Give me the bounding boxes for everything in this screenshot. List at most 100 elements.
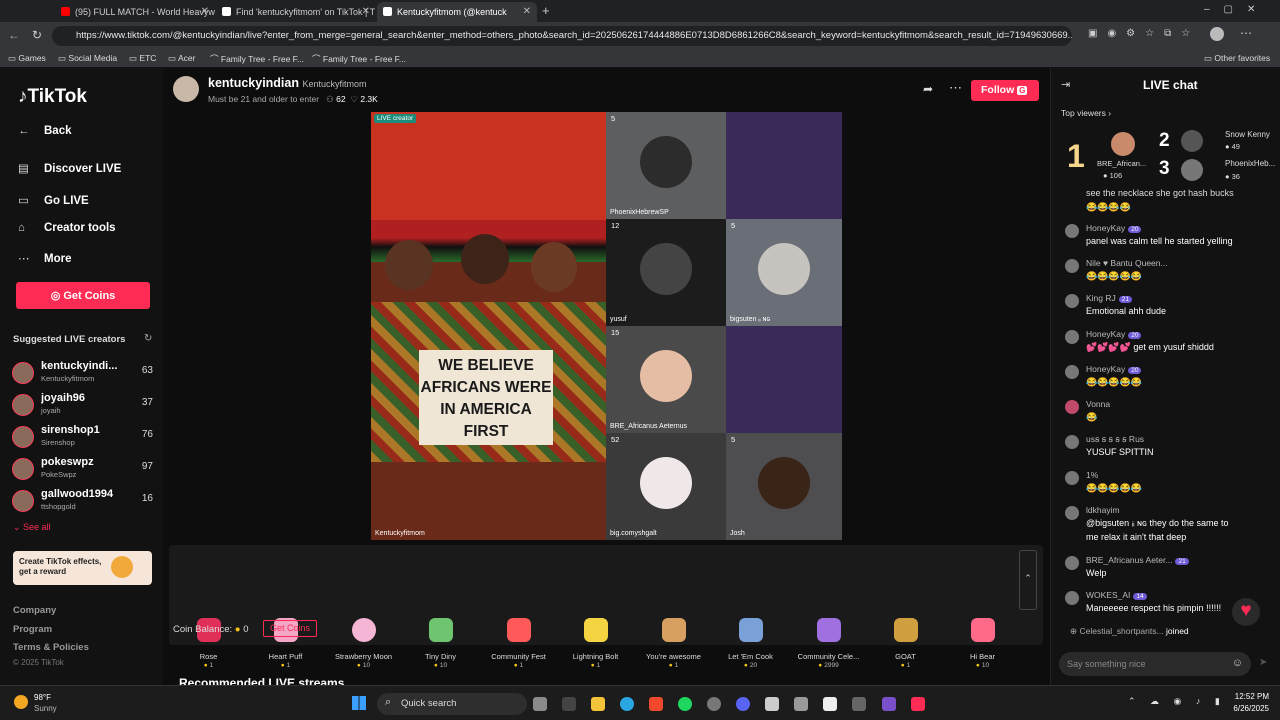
guest-tile-empty[interactable] xyxy=(726,326,842,433)
window-controls[interactable]: –▢✕ xyxy=(1204,4,1269,15)
address-bar-row: ← ↻ https://www.tiktok.com/@kentuckyindi… xyxy=(0,22,1280,50)
expand-gifts-chevron-up-icon[interactable]: ⌃ xyxy=(1019,550,1037,610)
get-coins-small-button[interactable]: Get Coins xyxy=(263,620,317,637)
url-field[interactable]: https://www.tiktok.com/@kentuckyindian/l… xyxy=(52,26,1072,46)
browser-extensions-icon[interactable]: ▣◉⚙☆⧉☆ xyxy=(1088,28,1200,39)
avatar[interactable] xyxy=(1111,132,1135,156)
refresh-icon[interactable]: ↻ xyxy=(32,28,42,42)
host-name[interactable]: kentuckyindian Kentuckyfitmom xyxy=(208,76,367,90)
browser-tab[interactable]: Find 'kentuckyfitmom' on TikTok | T ✕ xyxy=(216,2,376,22)
guest-tile-empty[interactable] xyxy=(726,112,842,219)
send-icon[interactable]: ➤ xyxy=(1259,657,1267,668)
gift-goat[interactable]: GOAT1 xyxy=(868,616,943,669)
suggested-creator[interactable]: gallwood1994 ttshopgold 16 xyxy=(12,488,157,518)
top-viewer-score: ● 49 xyxy=(1225,142,1240,151)
collapse-chat-icon[interactable]: ⇥ xyxy=(1061,78,1070,91)
avatar xyxy=(12,490,34,512)
guest-tile[interactable]: 52 big.comyshgalt xyxy=(606,433,726,540)
main-stream-video[interactable]: WE BELIEVE AFRICANS WERE IN AMERICA FIRS… xyxy=(371,112,606,540)
avatar xyxy=(12,426,34,448)
close-tab-icon[interactable]: ✕ xyxy=(201,6,209,17)
gift-community-fest[interactable]: Community Fest1 xyxy=(481,616,556,669)
nav-more[interactable]: ⋯ More xyxy=(18,251,71,265)
guest-tile[interactable]: 5 PhoenixHebrewSP xyxy=(606,112,726,219)
close-tab-icon[interactable]: ✕ xyxy=(362,6,370,17)
gift-tiny-diny[interactable]: Tiny Diny10 xyxy=(403,616,478,669)
edge-icon[interactable] xyxy=(620,697,634,711)
system-tray-icons[interactable]: ⌃ ☁ ◉ ♪ ▮ xyxy=(1128,696,1226,707)
browser-tab[interactable]: (95) FULL MATCH - World Heavyweig ✕ xyxy=(55,2,215,22)
gift-community-celebration[interactable]: Community Cele...2999 xyxy=(791,616,866,669)
suggested-creator[interactable]: pokeswpz PokeSwpz 97 xyxy=(12,456,157,486)
back-arrow-icon[interactable]: ← xyxy=(8,28,20,42)
new-tab-icon[interactable]: + xyxy=(542,3,550,18)
app-icon[interactable] xyxy=(707,697,721,711)
guest-face xyxy=(640,242,692,295)
gift-strawberry-moon[interactable]: Strawberry Moon10 xyxy=(326,616,401,669)
weather-temp[interactable]: 98°F xyxy=(34,693,51,702)
gift-hi-bear[interactable]: Hi Bear10 xyxy=(945,616,1020,669)
footer-company[interactable]: Company xyxy=(13,605,56,616)
protest-sign: WE BELIEVE AFRICANS WERE IN AMERICA FIRS… xyxy=(419,350,553,445)
suggested-title: Suggested LIVE creators xyxy=(13,334,126,345)
follow-button[interactable]: Follow G xyxy=(971,80,1039,101)
effects-banner[interactable]: Create TikTok effects, get a reward xyxy=(13,551,152,585)
gift-youre-awesome[interactable]: You're awesome1 xyxy=(636,616,711,669)
nav-discover-live[interactable]: ▤ Discover LIVE xyxy=(18,161,121,175)
spotify-icon[interactable] xyxy=(678,697,692,711)
top-viewers-label[interactable]: Top viewers › xyxy=(1061,108,1111,118)
nav-creator-tools[interactable]: ⌂ Creator tools xyxy=(18,222,116,234)
bookmark[interactable]: ▭ Acer xyxy=(168,53,195,64)
see-all-link[interactable]: ⌄ See all xyxy=(13,522,51,533)
heart-like-icon[interactable]: ♥ xyxy=(1232,598,1260,626)
bookmark[interactable]: ⌒ Family Tree - Free F... xyxy=(210,53,304,65)
clock-time[interactable]: 12:52 PM xyxy=(1225,692,1269,701)
more-options-icon[interactable]: ⋯ xyxy=(949,80,962,96)
footer-program[interactable]: Program xyxy=(13,624,52,635)
discord-icon[interactable] xyxy=(736,697,750,711)
suggested-creator[interactable]: joyaih96 joyaih 37 xyxy=(12,392,157,422)
bookmark[interactable]: ▭ ETC xyxy=(129,53,156,64)
goat-icon xyxy=(893,618,918,642)
nav-go-live[interactable]: ▭ Go LIVE xyxy=(18,193,89,207)
windows-start-icon[interactable] xyxy=(352,696,366,710)
chat-input[interactable]: Say something nice ☺ xyxy=(1059,652,1251,676)
gift-let-em-cook[interactable]: Let 'Em Cook20 xyxy=(713,616,788,669)
app-icon[interactable] xyxy=(765,697,779,711)
guest-tile[interactable]: 5 bigsuten ᵢᵢ ɴɢ xyxy=(726,219,842,326)
footer-terms[interactable]: Terms & Policies xyxy=(13,642,89,653)
get-coins-button[interactable]: ◎ Get Coins xyxy=(16,282,150,309)
browser-tab-active[interactable]: Kentuckyfitmom (@kentuck ✕ xyxy=(377,2,537,22)
onenote-icon[interactable] xyxy=(882,697,896,711)
other-favorites[interactable]: ▭ Other favorites xyxy=(1204,53,1270,64)
notion-icon[interactable] xyxy=(562,697,576,711)
bookmark[interactable]: ▭ Games xyxy=(8,53,46,64)
bookmark[interactable]: ▭ Social Media xyxy=(58,53,117,64)
nav-back[interactable]: ← Back xyxy=(18,125,72,137)
avatar[interactable] xyxy=(1181,130,1203,152)
task-view-icon[interactable] xyxy=(533,697,547,711)
avatar[interactable] xyxy=(1181,159,1203,181)
tiktok-logo[interactable]: ♪TikTok xyxy=(18,86,87,108)
menu-dots-icon[interactable]: ⋯ xyxy=(1240,26,1252,40)
app-icon[interactable] xyxy=(794,697,808,711)
guest-tile[interactable]: 15 BRE_Africanus Aeternus xyxy=(606,326,726,433)
app-icon[interactable] xyxy=(823,697,837,711)
tiktok-icon[interactable] xyxy=(911,697,925,711)
share-icon[interactable]: ➦ xyxy=(923,82,933,96)
refresh-icon[interactable]: ↻ xyxy=(144,333,152,344)
gift-lightning-bolt[interactable]: Lightning Bolt1 xyxy=(558,616,633,669)
app-icon[interactable] xyxy=(852,697,866,711)
guest-tile[interactable]: 5 Josh xyxy=(726,433,842,540)
suggested-creator[interactable]: sirenshop1 Sirenshop 76 xyxy=(12,424,157,454)
close-tab-icon[interactable]: ✕ xyxy=(523,6,531,17)
file-explorer-icon[interactable] xyxy=(591,697,605,711)
emoji-icon[interactable]: ☺ xyxy=(1232,657,1243,669)
suggested-creator[interactable]: kentuckyindi... Kentuckyfitmom 63 xyxy=(12,360,157,390)
guest-tile[interactable]: 12 yusuf xyxy=(606,219,726,326)
taskbar-search[interactable]: ⌕ Quick search xyxy=(377,693,527,715)
bookmark[interactable]: ⌒ Family Tree - Free F... xyxy=(312,53,406,65)
host-avatar[interactable] xyxy=(173,76,199,102)
profile-avatar[interactable] xyxy=(1210,27,1224,41)
brave-icon[interactable] xyxy=(649,697,663,711)
